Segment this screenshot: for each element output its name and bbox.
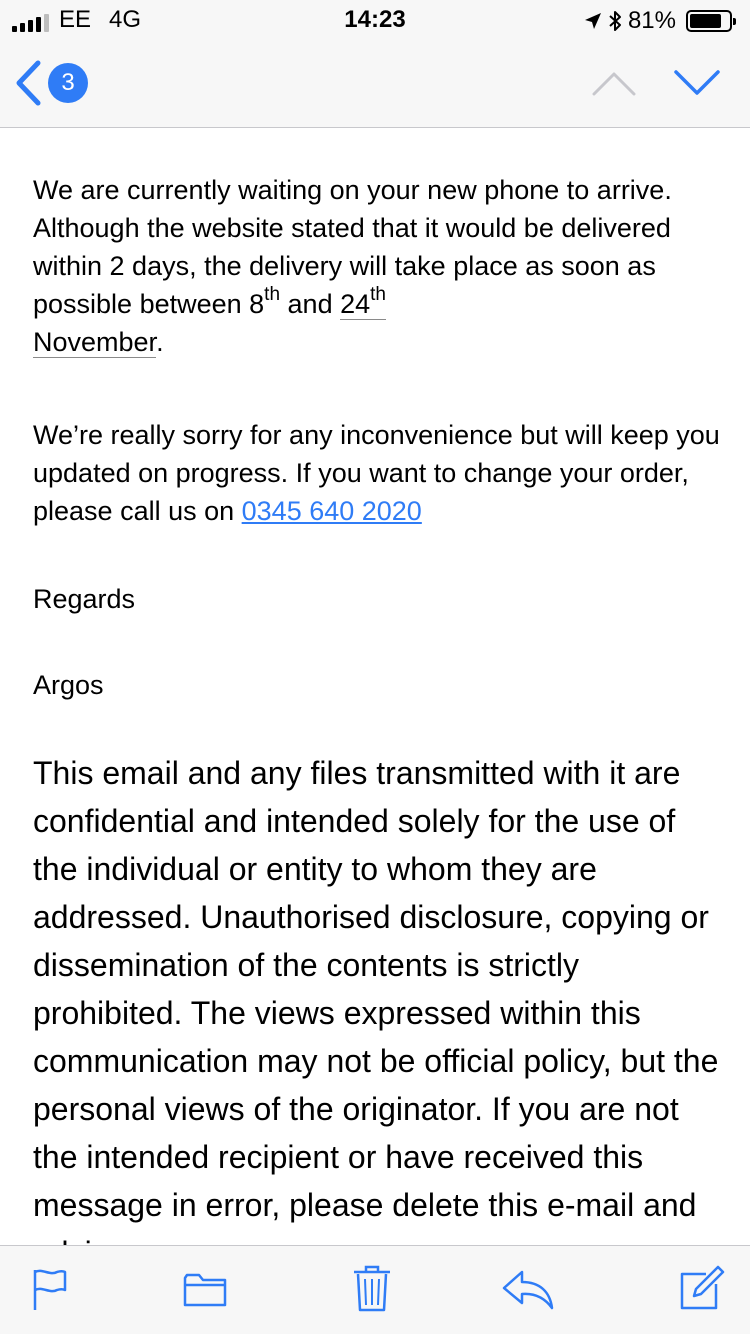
date-day: 24 <box>340 289 371 319</box>
flag-icon[interactable] <box>32 1268 68 1312</box>
date-link[interactable]: 24th <box>340 285 386 320</box>
legal-disclaimer: This email and any files transmitted wit… <box>33 755 719 1245</box>
paragraph-text: and <box>280 289 341 319</box>
unread-count-badge: 3 <box>48 63 88 103</box>
folder-icon[interactable] <box>183 1272 227 1308</box>
superscript: th <box>264 284 281 305</box>
superscript: th <box>370 284 386 305</box>
apology-paragraph: We’re really sorry for any inconvenience… <box>33 416 733 530</box>
regards-text: Regards <box>33 584 136 614</box>
signature-text: Argos <box>33 670 104 700</box>
bottom-toolbar <box>0 1245 750 1334</box>
bluetooth-icon <box>609 11 621 31</box>
next-message-icon[interactable] <box>672 66 722 98</box>
phone-number-link[interactable]: 0345 640 2020 <box>242 496 422 526</box>
compose-icon[interactable] <box>678 1264 726 1312</box>
previous-message-icon[interactable] <box>590 68 638 98</box>
paragraph-text: . <box>156 327 164 357</box>
mail-message-screen: EE 4G 14:23 81% 3 We are currently waiti… <box>0 0 750 1334</box>
status-bar: EE 4G 14:23 81% <box>0 0 750 40</box>
date-month-link[interactable]: November <box>33 327 157 358</box>
location-arrow-icon <box>584 13 601 29</box>
reply-icon[interactable] <box>502 1270 554 1310</box>
trash-icon[interactable] <box>353 1264 391 1312</box>
navigation-bar: 3 <box>0 40 750 128</box>
battery-icon <box>686 10 736 32</box>
email-body: We are currently waiting on your new pho… <box>0 129 750 1245</box>
status-right: 81% <box>584 7 736 35</box>
back-button[interactable]: 3 <box>14 58 100 108</box>
delivery-paragraph: We are currently waiting on your new pho… <box>33 171 733 361</box>
back-chevron-icon <box>16 60 41 106</box>
battery-percent: 81% <box>627 7 676 34</box>
